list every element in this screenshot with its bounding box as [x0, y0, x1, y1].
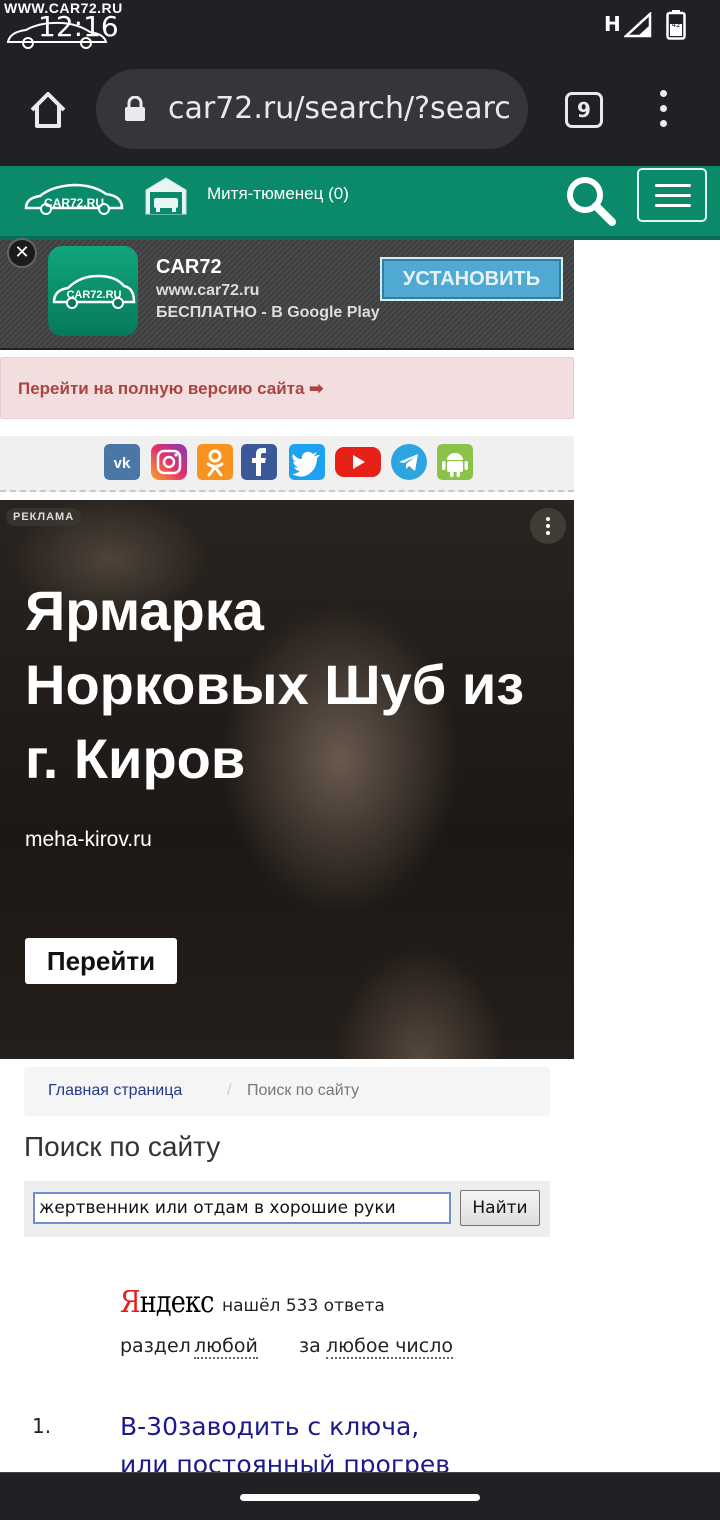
- url-text[interactable]: car72.ru/search/?searchid=: [168, 91, 512, 126]
- car72-logo[interactable]: CAR72.RU: [22, 178, 126, 218]
- ad-label: РЕКЛАМА: [6, 508, 82, 526]
- ad-dot: [546, 517, 550, 521]
- search-input[interactable]: жертвенник или отдам в хорошие руки: [33, 1192, 451, 1224]
- ad-dot: [546, 524, 550, 528]
- breadcrumb-home-link[interactable]: Главная страница: [48, 1082, 182, 1100]
- advertisement[interactable]: РЕКЛАМА Ярмарка Норковых Шуб из г. Киров…: [0, 500, 574, 1059]
- clock: 12:16: [38, 10, 119, 43]
- app-url: www.car72.ru: [156, 282, 260, 299]
- section-filter-dropdown[interactable]: любой: [194, 1335, 258, 1359]
- menu-dot: [660, 105, 667, 112]
- browser-toolbar: car72.ru/search/?searchid= 9: [0, 50, 720, 166]
- search-form: жертвенник или отдам в хорошие руки Найт…: [24, 1181, 550, 1237]
- overflow-menu-icon[interactable]: [648, 90, 680, 130]
- garage-icon[interactable]: [144, 176, 188, 216]
- search-icon[interactable]: [562, 172, 618, 228]
- hamburger-line: [655, 204, 691, 207]
- status-bar: WWW.CAR72.RU 12:16 H 42: [0, 0, 720, 50]
- ad-domain[interactable]: meha-kirov.ru: [25, 828, 152, 852]
- hamburger-line: [655, 194, 691, 197]
- period-filter-dropdown[interactable]: любое число: [326, 1335, 453, 1359]
- logo-text: CAR72.RU: [44, 196, 104, 210]
- section-filter-label: раздел: [120, 1335, 191, 1357]
- yandex-logo-first: Я: [120, 1285, 141, 1320]
- period-filter-label: за: [299, 1335, 321, 1357]
- twitter-icon[interactable]: [289, 444, 325, 480]
- breadcrumb-current: Поиск по сайту: [247, 1082, 360, 1099]
- breadcrumb-separator: /: [227, 1082, 232, 1099]
- search-button[interactable]: Найти: [460, 1190, 540, 1226]
- yandex-logo: Яндекс: [120, 1285, 214, 1320]
- close-banner-button[interactable]: ✕: [7, 238, 37, 268]
- battery-icon: 42: [666, 10, 686, 40]
- results-count: нашёл 533 ответа: [222, 1296, 385, 1316]
- app-icon-text: CAR72.RU: [66, 289, 121, 301]
- page-title: Поиск по сайту: [24, 1131, 221, 1162]
- ad-headline[interactable]: Ярмарка Норковых Шуб из г. Киров: [25, 574, 545, 796]
- full-version-link[interactable]: Перейти на полную версию сайта ➡: [18, 379, 323, 399]
- gesture-nav-bar: [0, 1472, 720, 1520]
- hamburger-line: [655, 184, 691, 187]
- app-icon[interactable]: CAR72.RU: [48, 246, 138, 336]
- ad-cta-button[interactable]: Перейти: [25, 938, 177, 984]
- menu-dot: [660, 90, 667, 97]
- signal-icon: [624, 12, 652, 38]
- site-header: CAR72.RU Митя-тюменец (0): [0, 166, 720, 240]
- install-button[interactable]: УСТАНОВИТЬ: [380, 257, 563, 301]
- home-gesture-handle[interactable]: [240, 1494, 480, 1501]
- app-price: БЕСПЛАТНО - В Google Play: [156, 304, 380, 321]
- full-version-alert[interactable]: Перейти на полную версию сайта ➡: [0, 357, 574, 419]
- youtube-icon[interactable]: [334, 444, 382, 480]
- lock-icon: [125, 96, 145, 121]
- user-profile-link[interactable]: Митя-тюменец (0): [207, 184, 349, 204]
- battery-level: 42: [672, 21, 681, 29]
- home-icon[interactable]: [24, 86, 72, 134]
- odnoklassniki-icon[interactable]: [197, 444, 233, 480]
- facebook-icon[interactable]: [241, 444, 277, 480]
- social-bar: vk: [0, 436, 574, 492]
- result-number: 1.: [32, 1414, 52, 1438]
- address-bar[interactable]: car72.ru/search/?searchid=: [96, 69, 528, 149]
- app-name: CAR72: [156, 256, 222, 278]
- network-type: H: [604, 12, 621, 36]
- tab-switcher-button[interactable]: 9: [565, 92, 603, 128]
- instagram-icon[interactable]: [151, 444, 187, 480]
- vk-icon[interactable]: vk: [104, 444, 140, 480]
- telegram-icon[interactable]: [391, 444, 427, 480]
- app-car-icon: CAR72.RU: [52, 274, 136, 309]
- menu-dot: [660, 120, 667, 127]
- app-install-banner: CAR72.RU ✕ CAR72 www.car72.ru БЕСПЛАТНО …: [0, 238, 574, 350]
- yandex-logo-rest: ндекс: [139, 1285, 215, 1320]
- breadcrumb: Главная страница / Поиск по сайту: [24, 1067, 550, 1116]
- screen: WWW.CAR72.RU 12:16 H 42 car72.ru/search/…: [0, 0, 720, 1520]
- ad-dot: [546, 531, 550, 535]
- android-icon[interactable]: [437, 444, 473, 480]
- svg-text:vk: vk: [114, 455, 131, 472]
- ad-options-icon[interactable]: [530, 508, 566, 544]
- hamburger-menu-icon[interactable]: [637, 168, 707, 222]
